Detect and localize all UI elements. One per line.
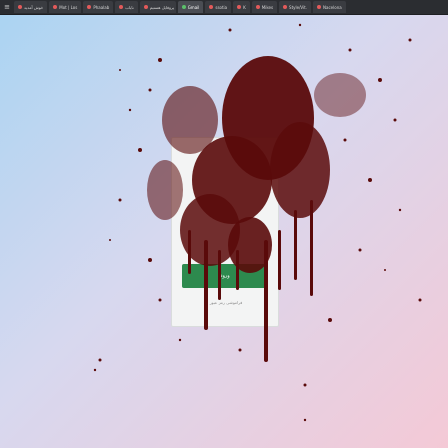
tab-label: K: [243, 4, 246, 10]
login-button[interactable]: ورود: [182, 264, 268, 288]
tab-label: خوش آمدید: [24, 4, 44, 10]
tab-status-dot: [283, 5, 288, 9]
browser-tab-bar: ≡ خوش آمدید Mot | Los Phaalab نایاب پروف…: [0, 0, 448, 15]
tab-status-dot: [181, 5, 186, 9]
browser-tab[interactable]: K: [233, 1, 250, 13]
browser-tab[interactable]: خوش آمدید: [14, 1, 48, 13]
browser-tab[interactable]: ssotia: [205, 1, 232, 13]
tab-status-dot: [255, 5, 260, 9]
tab-label: ssotia: [215, 4, 228, 10]
tab-status-dot: [237, 5, 242, 9]
browser-tab[interactable]: Mot | Los: [49, 1, 82, 13]
tab-label: Style/Vit.: [289, 4, 308, 10]
tab-status-dot: [53, 5, 58, 9]
browser-tab-active[interactable]: Gmail: [177, 1, 204, 13]
hamburger-menu-icon[interactable]: ≡: [2, 2, 12, 12]
tab-label: نایاب: [125, 4, 134, 10]
tab-label: Gmail: [187, 4, 200, 10]
tab-label: Nacelona: [323, 4, 342, 10]
tab-status-dot: [18, 5, 22, 9]
tab-status-dot: [119, 5, 124, 9]
tab-status-dot: [143, 5, 148, 9]
tab-status-dot: [87, 5, 92, 9]
tab-label: پروفایل هستیم: [149, 4, 175, 10]
browser-tab[interactable]: Phaalab: [83, 1, 114, 13]
browser-tab[interactable]: پروفایل هستیم: [139, 1, 176, 13]
tab-label: Mikes: [261, 4, 274, 10]
browser-tab[interactable]: Style/Vit.: [279, 1, 312, 13]
browser-tab[interactable]: Mikes: [251, 1, 278, 13]
login-button-label: ورود: [220, 273, 230, 279]
forgot-password-link[interactable]: فراموشی رمز عبور: [194, 300, 258, 308]
browser-tab[interactable]: نایاب: [115, 1, 138, 13]
tab-status-dot: [317, 5, 322, 9]
login-card: ورود فراموشی رمز عبور: [171, 137, 279, 327]
tab-label: Phaalab: [93, 4, 110, 10]
tab-status-dot: [209, 5, 214, 9]
browser-tab[interactable]: Nacelona: [313, 1, 346, 13]
tab-label: Mot | Los: [59, 4, 78, 10]
